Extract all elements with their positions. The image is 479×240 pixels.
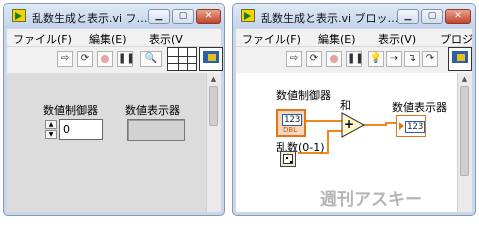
minimize-button[interactable]: ▁	[397, 9, 419, 24]
block-diagram-canvas: 和 + 数値制御器 123 DBL 乱数(0-1) 数値表示器 123 ▲ 週刊…	[236, 73, 472, 212]
block-diagram-titlebar[interactable]: 乱数生成と表示.vi ブロッ… ▁ ▢ ✕	[233, 4, 475, 28]
step-over-icon[interactable]: ↷	[422, 51, 438, 67]
block-diagram-title: 乱数生成と表示.vi ブロッ…	[261, 12, 399, 25]
vi-icon[interactable]	[199, 47, 223, 71]
numeric-control-field[interactable]: 0	[59, 119, 103, 140]
numeric-control-terminal[interactable]: 123 DBL	[276, 109, 306, 137]
terminal-number-icon: 123	[282, 114, 303, 126]
numeric-indicator-label: 数値表示器	[125, 104, 180, 117]
menu-view[interactable]: 表示(V	[149, 31, 183, 47]
terminal-number-icon: 123	[405, 121, 426, 133]
step-into-icon[interactable]: ↴	[404, 51, 420, 67]
maximize-button[interactable]: ▢	[172, 9, 194, 24]
run-continuously-icon[interactable]: ⟳	[77, 51, 93, 67]
terminal-type-label: DBL	[283, 126, 298, 134]
control-terminal-label: 数値制御器	[276, 89, 331, 102]
menu-edit[interactable]: 編集(E)	[318, 31, 356, 47]
front-panel-toolbar: ⇨ ⟳ ❚❚ 🔍	[7, 46, 223, 74]
indicator-terminal-label: 数値表示器	[392, 101, 447, 114]
vi-run-icon	[241, 9, 255, 22]
terminal-input-arrow-icon	[399, 122, 404, 130]
front-panel-canvas: 数値制御器 ▲ ▼ 0 数値表示器 ▲	[7, 73, 221, 212]
minimize-button[interactable]: ▁	[148, 9, 170, 24]
front-panel-menubar: ファイル(F) 編集(E) 表示(V	[7, 29, 221, 46]
numeric-control: ▲ ▼ 0	[45, 119, 103, 141]
block-diagram-scrollbar[interactable]: ▲	[457, 73, 472, 212]
random-number-node[interactable]	[280, 151, 296, 167]
numeric-indicator-terminal[interactable]: 123	[396, 115, 426, 137]
add-node-symbol: +	[344, 117, 355, 131]
watermark: 週刊アスキー	[320, 190, 422, 210]
front-panel-title: 乱数生成と表示.vi フ…	[32, 12, 148, 25]
scroll-thumb[interactable]	[209, 86, 218, 126]
abort-icon[interactable]	[97, 51, 113, 67]
menu-file[interactable]: ファイル(F)	[13, 31, 72, 47]
run-arrow-icon[interactable]: ⇨	[286, 51, 302, 67]
abort-icon[interactable]	[326, 51, 342, 67]
numeric-control-label: 数値制御器	[43, 104, 98, 117]
front-panel-scrollbar[interactable]: ▲	[206, 73, 221, 212]
pause-icon[interactable]: ❚❚	[117, 51, 135, 67]
increment-button[interactable]: ▲	[45, 120, 57, 129]
scroll-up-arrow-icon[interactable]: ▲	[460, 75, 469, 83]
front-panel-window: 乱数生成と表示.vi フ… ▁ ▢ ✕ ファイル(F) 編集(E) 表示(V ⇨…	[3, 3, 225, 216]
decrement-button[interactable]: ▼	[45, 130, 57, 139]
front-panel-titlebar[interactable]: 乱数生成と表示.vi フ… ▁ ▢ ✕	[4, 4, 224, 28]
vi-icon[interactable]	[448, 47, 472, 71]
run-continuously-icon[interactable]: ⟳	[306, 51, 322, 67]
retain-wire-values-icon[interactable]: ⇢	[386, 51, 402, 67]
vi-run-icon	[12, 9, 26, 22]
scroll-thumb[interactable]	[460, 86, 469, 176]
block-diagram-menubar: ファイル(F) 編集(E) 表示(V) プロジ	[236, 29, 473, 47]
highlight-execution-icon[interactable]: 💡	[368, 51, 384, 67]
menu-project[interactable]: プロジ	[440, 31, 473, 47]
menu-file[interactable]: ファイル(F)	[242, 31, 301, 47]
close-button[interactable]: ✕	[445, 9, 471, 24]
search-icon[interactable]: 🔍	[140, 51, 162, 67]
run-arrow-icon[interactable]: ⇨	[57, 51, 73, 67]
close-button[interactable]: ✕	[196, 9, 221, 24]
pause-icon[interactable]: ❚❚	[346, 51, 364, 67]
add-node-label: 和	[340, 99, 351, 112]
scroll-up-arrow-icon[interactable]: ▲	[209, 75, 218, 83]
wire-add-to-indicator	[362, 122, 396, 126]
maximize-button[interactable]: ▢	[421, 9, 443, 24]
block-diagram-toolbar: ⇨ ⟳ ❚❚ 💡 ⇢ ↴ ↷	[236, 46, 472, 74]
numeric-indicator-field	[127, 119, 185, 141]
menu-edit[interactable]: 編集(E)	[89, 31, 127, 47]
block-diagram-window: 乱数生成と表示.vi ブロッ… ▁ ▢ ✕ ファイル(F) 編集(E) 表示(V…	[232, 3, 476, 216]
connector-pane-icon[interactable]	[167, 47, 197, 71]
menu-view[interactable]: 表示(V)	[378, 31, 416, 47]
